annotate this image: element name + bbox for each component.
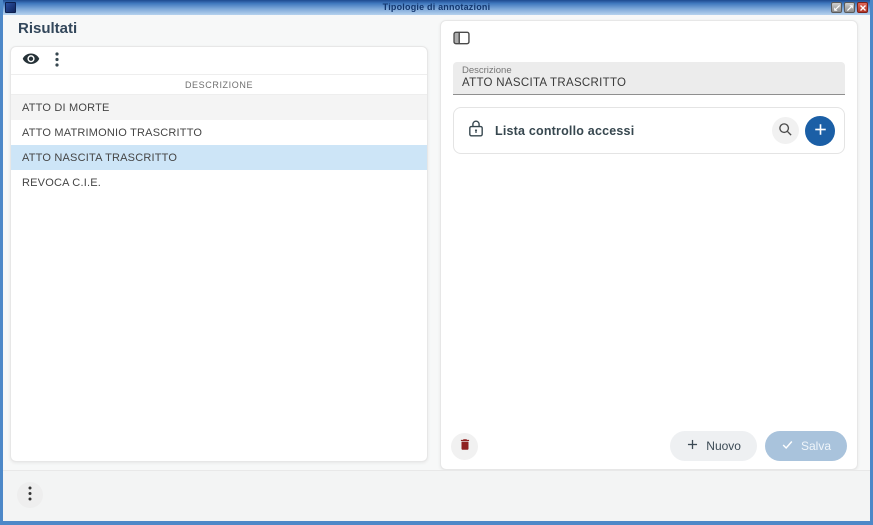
acl-add-button[interactable]: [805, 115, 835, 146]
plus-icon: [813, 122, 828, 140]
window-title: Tipologie di annotazioni: [382, 2, 491, 12]
maximize-button[interactable]: [844, 2, 855, 13]
app-window: Tipologie di annotazioni Risultati DESCR…: [0, 0, 873, 525]
trash-icon: [458, 437, 472, 455]
split-view-icon: [453, 31, 470, 48]
delete-button[interactable]: [451, 432, 478, 460]
search-icon: [778, 122, 793, 140]
table-header-descrizione[interactable]: DESCRIZIONE: [11, 74, 427, 95]
salva-button-label: Salva: [800, 439, 831, 453]
kebab-menu-icon: [28, 486, 32, 504]
results-menu-button[interactable]: [55, 51, 59, 70]
toggle-split-view-button[interactable]: [453, 31, 470, 48]
acl-search-button[interactable]: [772, 117, 799, 144]
app-icon: [5, 2, 16, 13]
plus-icon: [686, 438, 699, 454]
nuovo-button-label: Nuovo: [706, 439, 741, 453]
main-content: Risultati DESCRIZIONE ATTO DI MORTE ATTO: [3, 15, 870, 521]
detail-actions-row: Nuovo Salva: [441, 423, 857, 469]
eye-icon: [22, 53, 40, 69]
table-row[interactable]: ATTO MATRIMONIO TRASCRITTO: [11, 120, 427, 145]
restore-down-button[interactable]: [831, 2, 842, 13]
lock-icon: [468, 120, 484, 142]
descrizione-field[interactable]: Descrizione ATTO NASCITA TRASCRITTO: [453, 62, 845, 95]
table-row[interactable]: REVOCA C.I.E.: [11, 170, 427, 195]
results-panel: DESCRIZIONE ATTO DI MORTE ATTO MATRIMONI…: [10, 46, 428, 462]
window-controls: [831, 2, 868, 13]
detail-panel: Descrizione ATTO NASCITA TRASCRITTO List…: [440, 20, 858, 470]
acl-actions: [772, 115, 835, 146]
kebab-menu-icon: [55, 51, 59, 70]
check-icon: [781, 438, 794, 454]
table-row[interactable]: ATTO DI MORTE: [11, 95, 427, 120]
close-icon: [859, 4, 867, 12]
maximize-icon: [846, 4, 854, 12]
salva-button[interactable]: Salva: [764, 431, 847, 461]
page-title: Risultati: [18, 20, 78, 37]
results-toolbar: [11, 47, 427, 74]
visibility-toggle-button[interactable]: [22, 53, 40, 69]
restore-down-icon: [833, 4, 841, 12]
acl-section-label: Lista controllo accessi: [495, 123, 635, 138]
titlebar: Tipologie di annotazioni: [3, 0, 870, 15]
footer-menu-button[interactable]: [17, 482, 43, 508]
close-button[interactable]: [857, 2, 868, 13]
acl-section: Lista controllo accessi: [453, 107, 845, 154]
descrizione-field-value: ATTO NASCITA TRASCRITTO: [462, 77, 627, 89]
nuovo-button[interactable]: Nuovo: [670, 431, 757, 461]
table-row[interactable]: ATTO NASCITA TRASCRITTO: [11, 145, 427, 170]
footer-bar: [3, 470, 870, 521]
descrizione-field-label: Descrizione: [462, 65, 512, 76]
results-table: ATTO DI MORTE ATTO MATRIMONIO TRASCRITTO…: [11, 95, 427, 195]
